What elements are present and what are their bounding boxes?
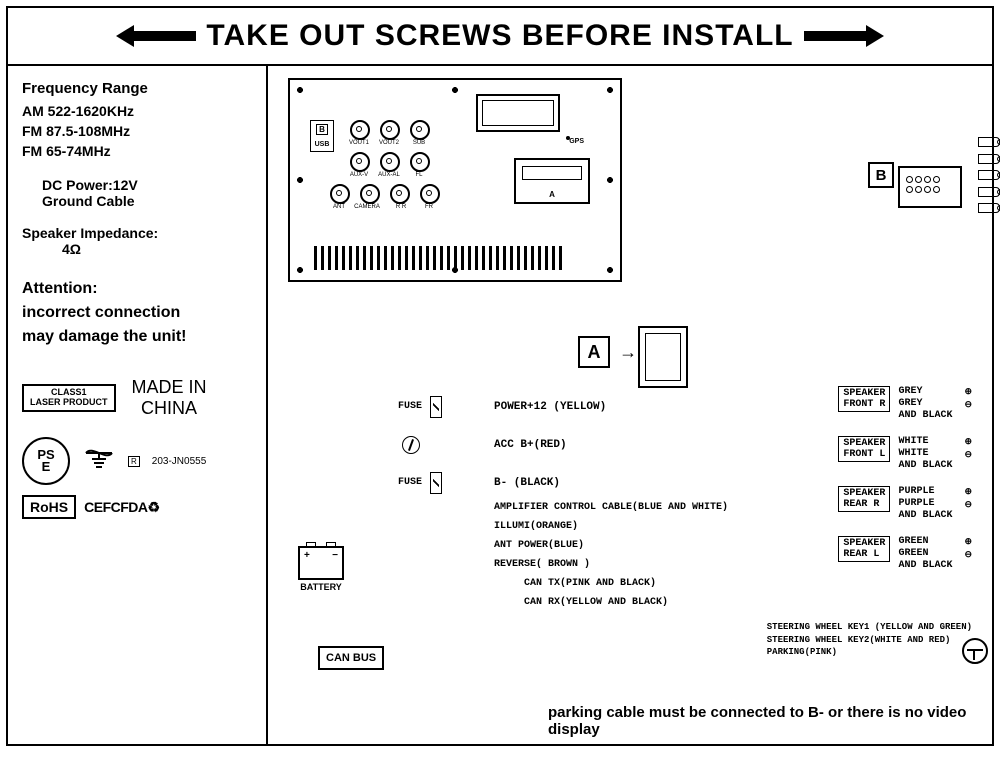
a-connector-icon <box>638 326 688 388</box>
freq-am: AM 522-1620KHz <box>22 103 256 119</box>
attention-l3: may damage the unit! <box>22 325 256 349</box>
speaker-wires: SPEAKERFRONT R GREYGREYAND BLACK ⊕⊖ SPEA… <box>838 386 972 586</box>
wire-canrx: CAN RX(YELLOW AND BLACK) <box>524 598 668 608</box>
connector-b-block: B EXTERNAL MIC(BLACK) USB( BLACK) REAR O… <box>898 166 962 208</box>
power-label: DC Power:12V <box>42 177 256 193</box>
arrow-right-icon: → <box>619 342 637 362</box>
b-wires-list: EXTERNAL MIC(BLACK) USB( BLACK) REAR OUT… <box>978 134 1000 217</box>
rca-sub <box>410 120 430 140</box>
steering-wheel-icon <box>962 638 988 664</box>
class1-badge: CLASS1 LASER PRODUCT <box>22 384 116 412</box>
wire-reverse: REVERSE( BROWN ) <box>494 560 590 570</box>
jack-icon <box>978 170 1000 180</box>
arrow-left-icon <box>116 25 196 47</box>
r-mark: R <box>128 456 140 467</box>
vent-slots <box>314 246 562 270</box>
attention-l2: incorrect connection <box>22 301 256 325</box>
impedance-value: 4Ω <box>62 241 256 257</box>
attention-l1: Attention: <box>22 277 256 301</box>
rohs-badge: RoHS <box>22 495 76 519</box>
connector-a-block: A → <box>578 336 637 368</box>
b-label: B <box>868 162 894 188</box>
wiring-diagram: B USB GPS VOUT1 VOUT2 SUB AUX-V <box>268 66 992 744</box>
rca-ant <box>330 184 350 204</box>
wire-acc: ACC B+(RED) <box>494 440 567 451</box>
left-spec-panel: Frequency Range AM 522-1620KHz FM 87.5-1… <box>8 66 268 744</box>
rca-fl <box>410 152 430 172</box>
rca-fr <box>420 184 440 204</box>
freq-title: Frequency Range <box>22 80 256 97</box>
wire-swk2: STEERING WHEEL KEY2(WHITE AND RED) <box>767 634 972 647</box>
power-wires: FUSEPOWER+12 (YELLOW) ACC B+(RED) FUSEB-… <box>398 396 728 617</box>
jack-icon <box>978 187 1000 197</box>
header: TAKE OUT SCREWS BEFORE INSTALL <box>8 8 992 66</box>
content: Frequency Range AM 522-1620KHz FM 87.5-1… <box>8 66 992 744</box>
r-code: 203-JN0555 <box>152 456 206 467</box>
ground-symbol-icon <box>82 445 116 478</box>
b-connector-icon <box>898 166 962 208</box>
wire-amp: AMPLIFIER CONTROL CABLE(BLUE AND WHITE) <box>494 503 728 513</box>
fuse-icon <box>430 472 442 494</box>
usb-b-port: B USB <box>310 120 334 152</box>
steering-wires: STEERING WHEEL KEY1 (YELLOW AND GREEN) S… <box>767 621 972 659</box>
display-slot <box>476 94 560 132</box>
cert-marks: CEFCFDA♻ <box>84 499 159 516</box>
rca-auxal <box>380 152 400 172</box>
rca-camera <box>360 184 380 204</box>
made-in-label: MADE IN CHINA <box>132 377 207 419</box>
attention-block: Attention: incorrect connection may dama… <box>22 277 256 349</box>
fuse-icon <box>430 396 442 418</box>
freq-fm2: FM 65-74MHz <box>22 143 256 159</box>
ground-label: Ground Cable <box>42 193 256 209</box>
wire-swk1: STEERING WHEEL KEY1 (YELLOW AND GREEN) <box>767 621 972 634</box>
rca-vout2 <box>380 120 400 140</box>
page-frame: TAKE OUT SCREWS BEFORE INSTALL Frequency… <box>6 6 994 746</box>
key-icon <box>402 436 420 454</box>
wire-cantx: CAN TX(PINK AND BLACK) <box>524 579 656 589</box>
jack-icon <box>978 137 1000 147</box>
a-label: A <box>578 336 610 368</box>
wire-parking: PARKING(PINK) <box>767 646 972 659</box>
arrow-right-icon <box>804 25 884 47</box>
impedance-title: Speaker Impedance: <box>22 225 256 241</box>
wire-illumi: ILLUMI(ORANGE) <box>494 522 578 532</box>
battery-icon: BATTERY <box>298 546 344 592</box>
wire-bneg: B- (BLACK) <box>494 478 560 489</box>
parking-note: parking cable must be connected to B- or… <box>548 704 992 738</box>
pse-badge: PS E <box>22 437 70 485</box>
canbus-box: CAN BUS <box>318 646 384 670</box>
rca-vout1 <box>350 120 370 140</box>
jack-icon <box>978 203 1000 213</box>
jack-icon <box>978 154 1000 164</box>
wire-power12: POWER+12 (YELLOW) <box>494 402 606 413</box>
rca-auxv <box>350 152 370 172</box>
device-back-panel: B USB GPS VOUT1 VOUT2 SUB AUX-V <box>288 78 622 282</box>
header-title: TAKE OUT SCREWS BEFORE INSTALL <box>206 19 793 53</box>
gps-label: GPS <box>569 138 584 145</box>
freq-fm1: FM 87.5-108MHz <box>22 123 256 139</box>
wire-antpwr: ANT POWER(BLUE) <box>494 541 584 551</box>
rca-rr <box>390 184 410 204</box>
connector-a <box>514 158 590 204</box>
